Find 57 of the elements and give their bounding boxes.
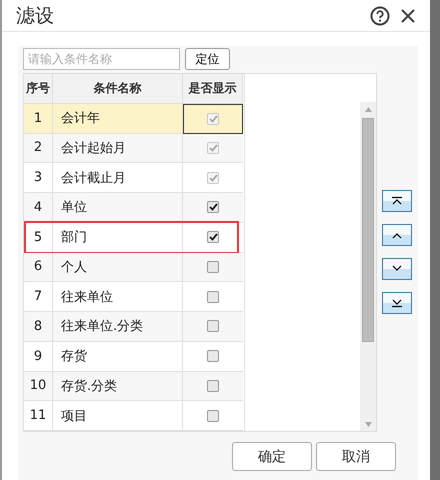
checkbox[interactable] xyxy=(207,290,219,303)
checkbox[interactable] xyxy=(207,320,219,332)
move-top-button[interactable] xyxy=(382,190,412,212)
window-title: 滤设 xyxy=(16,4,55,28)
chevron-down-icon xyxy=(391,298,403,308)
confirm-button[interactable]: 确定 xyxy=(232,442,312,471)
table-cell: 项目 xyxy=(53,401,183,431)
close-button[interactable] xyxy=(400,8,416,24)
table-row[interactable]: 7 往来单位 xyxy=(24,282,244,312)
table-cell: 会计起始月 xyxy=(53,134,183,164)
scrollbar[interactable] xyxy=(360,102,376,431)
table-cell: 2 xyxy=(24,134,53,164)
table-cell: 往来单位.分类 xyxy=(53,312,183,342)
table-cell: 7 xyxy=(24,282,53,312)
checkbox[interactable] xyxy=(207,231,219,244)
table-row[interactable]: 6 个人 xyxy=(24,252,244,282)
table-cell: 1 xyxy=(24,104,53,134)
checkbox[interactable] xyxy=(207,380,219,392)
checkbox[interactable] xyxy=(207,260,219,273)
close-icon xyxy=(400,8,416,24)
table-row[interactable]: 9 存货 xyxy=(24,342,244,372)
table-cell: 存货 xyxy=(53,342,183,372)
column-header: 序号 xyxy=(24,74,53,104)
table-cell: 6 xyxy=(24,252,53,282)
table-cell: 9 xyxy=(24,342,53,372)
help-icon xyxy=(370,6,390,26)
search-field[interactable]: 请输入条件名称 xyxy=(23,48,180,70)
scroll-up-icon[interactable] xyxy=(364,106,372,112)
move-up-button[interactable] xyxy=(382,224,412,246)
table-row[interactable]: 5 部门 xyxy=(24,222,244,252)
help-button[interactable] xyxy=(370,6,390,26)
cancel-button[interactable]: 取消 xyxy=(316,442,396,471)
table-cell: 10 xyxy=(24,372,53,402)
checkbox[interactable] xyxy=(207,201,219,214)
table-row[interactable]: 10 存货.分类 xyxy=(24,372,244,402)
checkbox[interactable] xyxy=(207,350,219,362)
table-row[interactable]: 11 项目 xyxy=(24,401,244,431)
table-cell: 3 xyxy=(24,163,53,193)
scroll-down-icon[interactable] xyxy=(364,422,372,426)
table-cell: 11 xyxy=(24,401,53,431)
table-cell: 会计年 xyxy=(53,104,183,134)
column-header: 条件名称 xyxy=(53,74,183,104)
table-cell: 8 xyxy=(24,312,53,342)
table-cell: 4 xyxy=(24,193,53,223)
table-cell: 会计截止月 xyxy=(53,163,183,193)
chevron-up-icon xyxy=(391,196,403,206)
table-cell: 往来单位 xyxy=(53,282,183,312)
table-row[interactable]: 8 往来单位.分类 xyxy=(24,312,244,342)
table-row[interactable]: 4 单位 xyxy=(24,193,244,223)
checkbox[interactable] xyxy=(207,410,219,422)
column-header: 是否显示 xyxy=(183,74,243,104)
locate-button[interactable]: 定位 xyxy=(185,48,230,70)
table-cell: 单位 xyxy=(53,193,183,223)
table-cell: 存货.分类 xyxy=(53,372,183,402)
move-down-button[interactable] xyxy=(382,258,412,280)
table-cell: 个人 xyxy=(53,252,183,282)
move-bottom-button[interactable] xyxy=(382,292,412,314)
